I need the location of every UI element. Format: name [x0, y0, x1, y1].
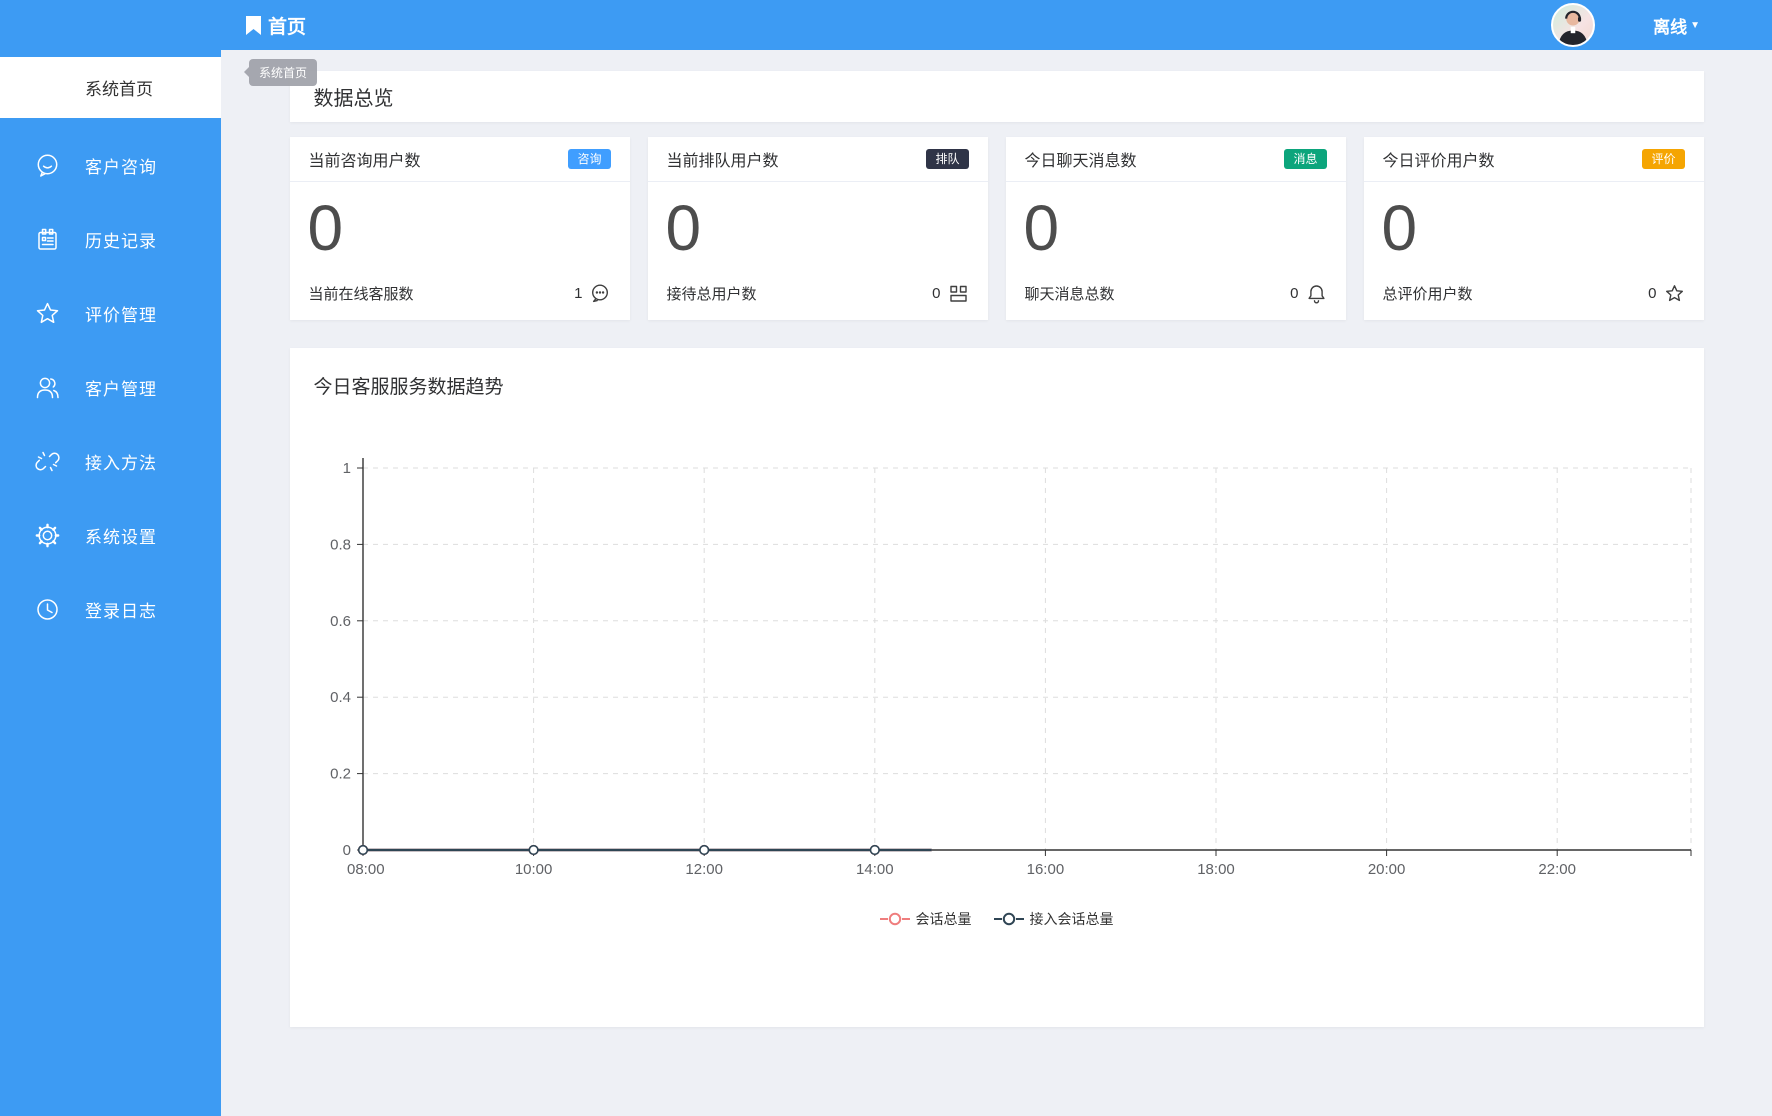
svg-text:08:00: 08:00: [347, 861, 385, 878]
page-title: 数据总览: [313, 88, 394, 110]
users-icon: [36, 377, 59, 398]
sidebar-item-label: 系统设置: [85, 527, 157, 547]
stat-title: 今日聊天消息数: [1024, 153, 1137, 170]
stat-card-messages: 今日聊天消息数 消息 0 聊天消息总数 0: [1005, 137, 1346, 320]
user-avatar[interactable]: [1551, 3, 1596, 47]
main-content: 数据总览 当前咨询用户数 咨询 0 当前在线客服数 1 当前排队用户数 排队 0…: [221, 50, 1772, 1116]
stat-card-ratings: 今日评价用户数 评价 0 总评价用户数 0: [1363, 137, 1704, 320]
svg-text:0.4: 0.4: [330, 689, 351, 706]
legend-label: 会话总量: [915, 911, 972, 927]
grid-blocks-icon: [949, 285, 967, 302]
bell-icon: [1307, 285, 1325, 304]
chat-bubble-icon: [591, 284, 608, 303]
overview-header-card: 数据总览: [289, 71, 1704, 122]
legend-marker-icon: [879, 912, 910, 926]
legend-item-sessions[interactable]: 会话总量: [879, 909, 972, 929]
svg-text:18:00: 18:00: [1197, 861, 1235, 878]
chart-title: 今日客服服务数据趋势: [313, 377, 504, 398]
legend-label: 接入会话总量: [1029, 911, 1114, 927]
stat-value: 0: [307, 192, 344, 264]
sidebar: 系统首页 客户咨询 历史记录 评价管理 客户管理 接入方法 系统设置 登录日志: [0, 0, 221, 1116]
svg-text:0: 0: [342, 842, 350, 859]
chart-gridlines: [362, 467, 1691, 850]
legend-marker-icon: [993, 912, 1024, 926]
status-badge: 评价: [1642, 149, 1685, 169]
svg-text:0.2: 0.2: [330, 766, 351, 783]
chat-smile-icon: [37, 154, 58, 177]
sidebar-item-label: 客户管理: [85, 379, 157, 399]
svg-text:22:00: 22:00: [1538, 861, 1576, 878]
gear-icon: [35, 523, 60, 547]
stat-title: 今日评价用户数: [1382, 153, 1495, 170]
sidebar-item-access-method[interactable]: 接入方法: [0, 424, 221, 498]
sidebar-item-label: 客户咨询: [85, 157, 157, 177]
history-notebook-icon: [38, 228, 57, 250]
sidebar-item-label: 评价管理: [85, 305, 157, 325]
svg-text:1: 1: [342, 460, 350, 477]
svg-text:0.6: 0.6: [330, 613, 351, 630]
svg-text:12:00: 12:00: [685, 861, 723, 878]
status-label: 离线: [1653, 17, 1688, 37]
svg-text:16:00: 16:00: [1026, 861, 1064, 878]
caret-down-icon: ▼: [1690, 19, 1700, 31]
stat-card-queue: 当前排队用户数 排队 0 接待总用户数 0: [647, 137, 988, 320]
legend-item-accepted-sessions[interactable]: 接入会话总量: [993, 909, 1114, 929]
star-icon: [36, 302, 59, 323]
svg-text:20:00: 20:00: [1367, 861, 1405, 878]
star-icon: [1665, 285, 1683, 302]
sidebar-item-rating-mgmt[interactable]: 评价管理: [0, 276, 221, 350]
stat-footer-label: 聊天消息总数: [1024, 286, 1115, 303]
broken-link-icon: [35, 451, 60, 471]
stat-title: 当前咨询用户数: [308, 153, 421, 170]
stat-footer-value: 0: [1290, 285, 1299, 302]
topbar: 首页 离线 ▼: [221, 0, 1772, 50]
stat-footer-value: 0: [932, 285, 941, 302]
svg-text:14:00: 14:00: [856, 861, 894, 878]
stat-value: 0: [1023, 192, 1060, 264]
svg-text:0.8: 0.8: [330, 536, 351, 553]
sidebar-item-customer-consult[interactable]: 客户咨询: [0, 128, 221, 202]
chart-legend: 会话总量 接入会话总量: [290, 909, 1704, 929]
stat-value: 0: [665, 192, 702, 264]
sidebar-item-label: 历史记录: [85, 231, 157, 251]
chart-axes: [356, 458, 1691, 856]
topbar-right: 离线 ▼: [1551, 0, 1772, 50]
sidebar-item-login-log[interactable]: 登录日志: [0, 572, 221, 646]
stat-footer-label: 总评价用户数: [1382, 286, 1473, 303]
sidebar-item-label: 接入方法: [85, 453, 157, 473]
sidebar-item-customer-mgmt[interactable]: 客户管理: [0, 350, 221, 424]
chart-series: [357, 844, 932, 856]
sidebar-menu: 客户咨询 历史记录 评价管理 客户管理 接入方法 系统设置 登录日志: [0, 118, 221, 646]
sidebar-active-label: 系统首页: [85, 80, 153, 99]
svg-text:10:00: 10:00: [514, 861, 552, 878]
trend-chart-card: 今日客服服务数据趋势 0 0.2 0.4 0.6 0.8 1 08:00 10:00 12:00…: [289, 348, 1704, 1027]
sidebar-item-label: 登录日志: [85, 601, 157, 621]
bookmark-icon: [246, 15, 261, 35]
stat-cards-row: 当前咨询用户数 咨询 0 当前在线客服数 1 当前排队用户数 排队 0 接待总用…: [289, 137, 1704, 320]
status-badge: 排队: [926, 149, 969, 169]
stat-footer-label: 当前在线客服数: [308, 286, 414, 303]
stat-footer-value: 1: [574, 285, 583, 302]
home-tab[interactable]: 首页: [246, 12, 306, 39]
home-tab-tooltip: 系统首页: [243, 59, 318, 86]
sidebar-item-history[interactable]: 历史记录: [0, 202, 221, 276]
agent-avatar-image: [1558, 10, 1588, 45]
status-badge: 消息: [1284, 149, 1327, 169]
clock-icon: [37, 598, 58, 620]
status-badge: 咨询: [568, 149, 611, 169]
stat-footer-value: 0: [1648, 285, 1657, 302]
sidebar-item-home-active[interactable]: 系统首页: [0, 57, 221, 118]
stat-value: 0: [1381, 192, 1418, 264]
trend-line-chart: 0 0.2 0.4 0.6 0.8 1 08:00 10:00 12:00 14:00 16:00 1…: [330, 458, 1691, 878]
sidebar-item-system-settings[interactable]: 系统设置: [0, 498, 221, 572]
stat-footer-label: 接待总用户数: [666, 286, 757, 303]
home-tab-label: 首页: [268, 16, 307, 38]
chart-axis-labels: 0 0.2 0.4 0.6 0.8 1 08:00 10:00 12:00 14:00 16:00 1…: [330, 460, 1576, 878]
stat-title: 当前排队用户数: [666, 153, 779, 170]
stat-card-consulting: 当前咨询用户数 咨询 0 当前在线客服数 1: [289, 137, 630, 320]
status-dropdown[interactable]: 离线 ▼: [1653, 13, 1700, 38]
